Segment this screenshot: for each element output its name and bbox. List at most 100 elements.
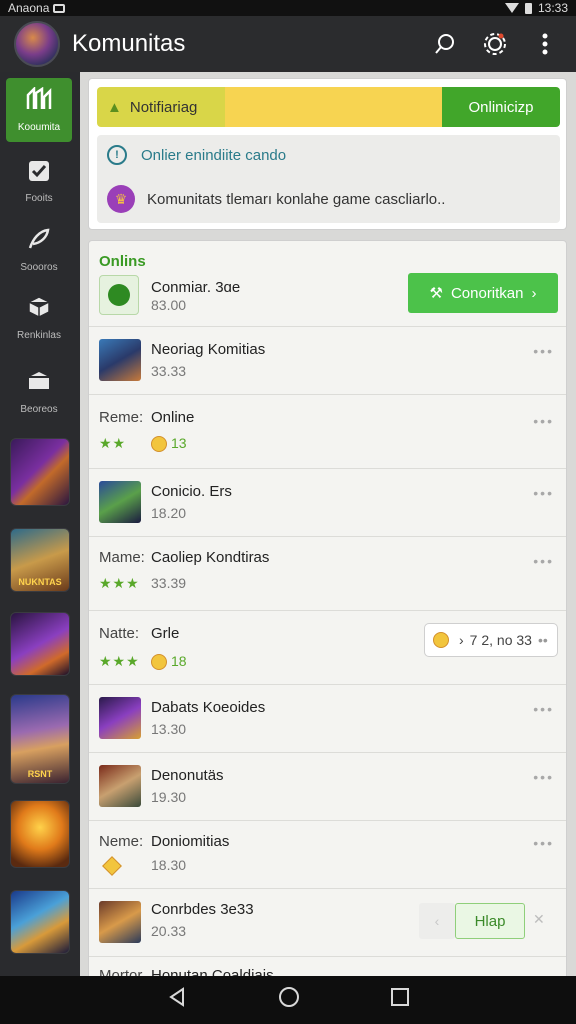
status-chip[interactable]: › 7 2, no 33 ••	[424, 623, 558, 657]
game-icon	[99, 697, 141, 739]
online-list: Onlins Conmiar. 3ɑe 83.00 ⚒ Conoritkan ›…	[88, 240, 567, 976]
list-item[interactable]: Conrbdes 3e33 20.33 ‹ Hlap ✕	[89, 889, 566, 957]
item-name: Caoliep Kondtiras	[151, 549, 270, 566]
item-name: Conrbdes 3e33	[151, 901, 254, 918]
item-name: Dabats Koeoides	[151, 699, 266, 716]
more-icon[interactable]: •••	[533, 835, 554, 851]
back-icon[interactable]	[166, 986, 188, 1014]
sidebar-item-rankings[interactable]: Renkinlas	[6, 286, 72, 350]
main-content: ▲ Notifiariag Onlinicizp ! Onlier enindi…	[80, 72, 576, 976]
sidebar-item-komunitas[interactable]: Kooumita	[6, 78, 72, 142]
game-thumbnail[interactable]	[10, 612, 70, 676]
app-bar: Komunitas	[0, 16, 576, 72]
notification-message[interactable]: ! Onlier enindiite cando	[107, 145, 286, 165]
item-value: 13.30	[151, 721, 187, 737]
list-item[interactable]: Mortor Honutan Coaldiais	[89, 957, 566, 976]
game-thumbnail[interactable]	[10, 438, 70, 506]
more-icon[interactable]: •••	[533, 413, 554, 429]
page-title: Komunitas	[72, 30, 186, 57]
help-button[interactable]: Hlap	[455, 903, 525, 939]
recents-icon[interactable]	[390, 987, 410, 1013]
notification-panel: ! Onlier enindiite cando ♛ Komunitats tl…	[97, 135, 560, 223]
item-value: 33.39	[151, 575, 187, 591]
sidebar-item-rewards[interactable]: Beoreos	[6, 360, 72, 424]
notification-bar: ▲ Notifiariag Onlinicizp	[97, 87, 560, 127]
community-icon	[26, 85, 52, 116]
list-item[interactable]: Neme: Doniomitias 18.30 •••	[89, 821, 566, 889]
list-item[interactable]: Reme: Online ★★ 13 •••	[89, 395, 566, 469]
more-icon[interactable]: •••	[533, 485, 554, 501]
notification-line-2: Komunitats tlemarı konlahe game cascliar…	[147, 190, 446, 208]
sidebar-item-events[interactable]: Fooits	[6, 150, 72, 214]
item-value: 20.33	[151, 923, 187, 939]
list-item[interactable]: Neoriag Komitias 33.33 •••	[89, 327, 566, 395]
game-icon	[99, 481, 141, 523]
notification-line-1: Onlier enindiite cando	[141, 146, 287, 164]
item-name: Conmiar. 3ɑe	[151, 279, 241, 296]
more-icon[interactable]: •••	[533, 769, 554, 785]
more-vert-icon[interactable]	[528, 27, 562, 61]
emoji-icon	[151, 654, 167, 671]
item-value: 83.00	[151, 297, 187, 313]
notification-icon	[53, 3, 66, 13]
notification-message[interactable]: ♛ Komunitats tlemarı konlahe game cascli…	[107, 185, 445, 213]
list-item[interactable]: Natte: Grle ★★★ 18 › 7 2, no 33 ••	[89, 611, 566, 685]
game-icon	[99, 765, 141, 807]
sidebar-item-label: Beoreos	[20, 404, 58, 415]
item-name: Neoriag Komitias	[151, 341, 266, 358]
online-button[interactable]: Onlinicizp	[442, 87, 560, 127]
more-icon[interactable]: •••	[533, 701, 554, 717]
more-icon[interactable]: •••	[533, 553, 554, 569]
game-thumbnail[interactable]	[10, 800, 70, 868]
connect-button[interactable]: ⚒ Conoritkan ›	[408, 273, 558, 313]
more-icon[interactable]: •••	[533, 343, 554, 359]
game-icon	[99, 901, 141, 943]
item-name: Online	[151, 409, 195, 426]
list-item[interactable]: Conicio. Ers 18.20 •••	[89, 469, 566, 537]
item-value: 33.33	[151, 363, 187, 379]
star-rating: ★★★	[99, 575, 140, 591]
home-icon[interactable]	[278, 986, 300, 1014]
item-value: 18.30	[151, 857, 187, 873]
item-value: 19.30	[151, 789, 187, 805]
box-icon	[27, 369, 51, 398]
game-icon	[99, 339, 141, 381]
list-item[interactable]: Mame: Caoliep Kondtiras ★★★ 33.39 •••	[89, 537, 566, 611]
avatar[interactable]	[14, 21, 60, 67]
warning-icon: ▲	[107, 98, 122, 116]
warning-label: Notifiariag	[129, 98, 198, 116]
game-thumbnail[interactable]: RSNT	[10, 694, 70, 784]
checkbox-icon	[28, 160, 50, 187]
battery-icon	[524, 2, 532, 14]
sidebar-item-label: Fooits	[25, 193, 53, 204]
item-prefix: Neme:	[99, 833, 144, 850]
notification-card: ▲ Notifiariag Onlinicizp ! Onlier enindi…	[88, 78, 567, 230]
close-icon[interactable]: ✕	[533, 911, 545, 928]
item-value: 18.20	[151, 505, 187, 521]
item-name: Conicio. Ers	[151, 483, 232, 500]
wifi-icon	[504, 3, 519, 13]
item-prefix: Natte:	[99, 625, 140, 642]
list-item[interactable]: Dabats Koeoides 13.30 •••	[89, 685, 566, 753]
item-name: Honutan Coaldiais	[151, 967, 274, 976]
feather-icon	[27, 227, 51, 256]
sidebar-item-label: Renkinlas	[17, 330, 61, 341]
game-thumbnail[interactable]: NUKNTAS	[10, 528, 70, 592]
item-prefix: Reme:	[99, 409, 144, 426]
settings-icon[interactable]	[478, 27, 512, 61]
item-prefix: Mortor	[99, 967, 143, 976]
back-arrow-icon[interactable]: ‹	[419, 903, 455, 939]
sidebar-item-label: Soooros	[20, 262, 58, 273]
leaf-icon	[99, 275, 139, 315]
list-item[interactable]: Denonutäs 19.30 •••	[89, 753, 566, 821]
search-icon[interactable]	[428, 27, 462, 61]
list-item[interactable]: Conmiar. 3ɑe 83.00 ⚒ Conoritkan ›	[89, 267, 566, 327]
diamond-icon	[102, 856, 122, 876]
notification-progress	[225, 87, 442, 127]
game-thumbnail[interactable]	[10, 890, 70, 954]
more-icon: ••	[537, 632, 548, 648]
sidebar-item-label: Kooumita	[17, 122, 61, 133]
chevron-right-icon: ›	[531, 284, 537, 302]
info-icon: !	[107, 145, 127, 165]
sidebar-item-scores[interactable]: Soooros	[6, 218, 72, 282]
